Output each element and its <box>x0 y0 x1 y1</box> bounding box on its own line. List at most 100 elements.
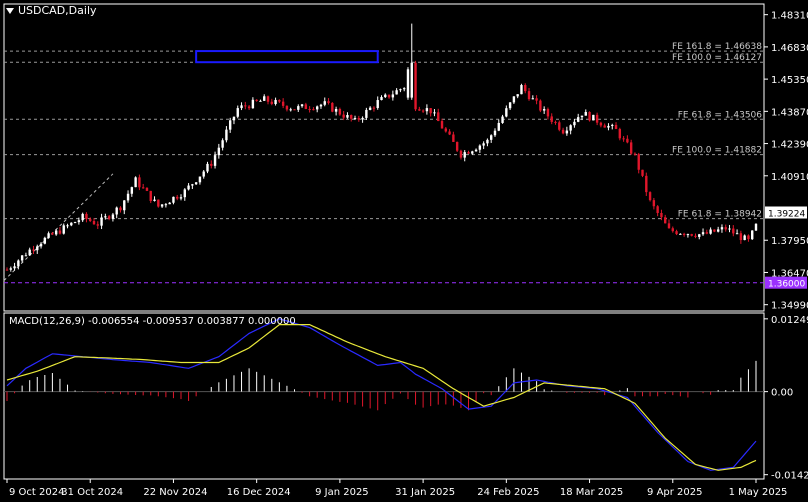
candle-body <box>395 90 398 95</box>
candle-body <box>107 216 111 219</box>
candle-body <box>421 110 425 112</box>
candle-body <box>516 94 519 97</box>
price-tick-label: 1.45350 <box>771 75 808 86</box>
candle-body <box>126 193 130 201</box>
macd-tick-label: 0.00 <box>771 388 793 399</box>
candle-body <box>270 101 273 105</box>
candle-body <box>437 112 440 122</box>
candle-body <box>629 142 633 154</box>
candle-body <box>160 204 164 207</box>
candle-body <box>561 129 565 134</box>
candle-body <box>198 176 202 183</box>
price-tick-label: 1.42390 <box>771 140 808 151</box>
candle-body <box>54 230 58 235</box>
candle-body <box>39 243 43 247</box>
fibo-level-label: FE 100.0 = 1.41882 <box>672 146 762 156</box>
candle-body <box>100 217 103 226</box>
candle-body <box>660 212 663 218</box>
candle-body <box>130 187 134 194</box>
candle-body <box>228 120 232 130</box>
candle-body <box>285 105 289 110</box>
chart-title[interactable]: USDCAD,Daily <box>6 4 97 17</box>
candle-body <box>20 255 24 261</box>
candle-body <box>111 214 115 219</box>
candle-body <box>542 109 546 111</box>
candle-body <box>13 266 16 269</box>
candle-body <box>300 104 304 107</box>
candle-body <box>580 115 584 118</box>
candle-body <box>168 202 171 205</box>
price-tick-label: 1.40910 <box>771 172 808 183</box>
candle-body <box>251 99 255 109</box>
candle-body <box>410 62 413 98</box>
candle-body <box>28 249 31 256</box>
x-tick-label: 31 Oct 2024 <box>61 487 123 498</box>
candle-body <box>342 114 345 118</box>
current-price-label: 1.39224 <box>768 209 805 219</box>
macd-tick-label: 0.012498 <box>771 315 808 326</box>
candle-body <box>546 109 550 117</box>
candle-body <box>372 107 376 109</box>
candle-body <box>527 91 531 100</box>
candle-body <box>618 129 622 139</box>
candle-body <box>304 104 308 109</box>
candle-body <box>346 115 349 118</box>
candle-body <box>739 233 743 241</box>
candle-body <box>399 89 402 91</box>
price-tick-label: 1.43870 <box>771 107 808 118</box>
candle-body <box>508 102 512 109</box>
candle-body <box>709 229 712 234</box>
candle-body <box>17 260 20 267</box>
candle-body <box>327 101 330 103</box>
candle-body <box>32 249 35 251</box>
candle-body <box>281 101 285 106</box>
candle-body <box>361 117 364 120</box>
candle-body <box>179 197 183 199</box>
candle-body <box>334 108 338 112</box>
dropdown-triangle-icon[interactable] <box>6 8 14 14</box>
candle-body <box>206 163 209 172</box>
candle-body <box>368 107 372 110</box>
price-tick-label: 1.37950 <box>771 236 808 247</box>
candle-body <box>724 227 727 230</box>
candle-body <box>297 106 300 110</box>
candle-body <box>217 147 221 156</box>
candle-body <box>531 98 535 100</box>
candle-body <box>705 232 709 234</box>
candle-body <box>493 130 497 136</box>
candle-body <box>62 225 65 234</box>
candle-body <box>66 225 69 227</box>
candle-body <box>584 111 587 116</box>
candle-body <box>89 219 92 222</box>
candle-body <box>92 221 96 225</box>
candle-body <box>406 69 410 98</box>
candle-body <box>641 169 644 176</box>
candle-body <box>539 100 542 111</box>
candle-body <box>240 105 243 109</box>
candle-body <box>478 145 482 150</box>
candle-body <box>293 109 296 111</box>
candle-body <box>380 97 383 101</box>
candle-body <box>720 227 724 230</box>
candle-body <box>104 216 107 218</box>
candle-body <box>391 94 395 98</box>
candle-body <box>622 138 625 140</box>
candle-body <box>384 94 387 98</box>
candle-body <box>501 116 504 123</box>
x-tick-label: 31 Jan 2025 <box>395 487 455 498</box>
x-tick-label: 9 Oct 2024 <box>9 487 64 498</box>
candle-body <box>255 99 258 101</box>
candle-body <box>520 85 523 95</box>
price-panel-frame <box>3 3 765 312</box>
fibo-zone-box <box>195 50 379 64</box>
trend-line <box>3 173 114 281</box>
candle-body <box>648 192 652 201</box>
candle-body <box>210 163 213 166</box>
candle-body <box>433 112 436 114</box>
candle-body <box>645 175 648 193</box>
x-tick-label: 1 May 2025 <box>729 487 788 498</box>
candle-body <box>569 125 572 131</box>
candle-body <box>588 111 591 121</box>
candle-body <box>652 200 656 207</box>
candle-body <box>524 85 527 92</box>
